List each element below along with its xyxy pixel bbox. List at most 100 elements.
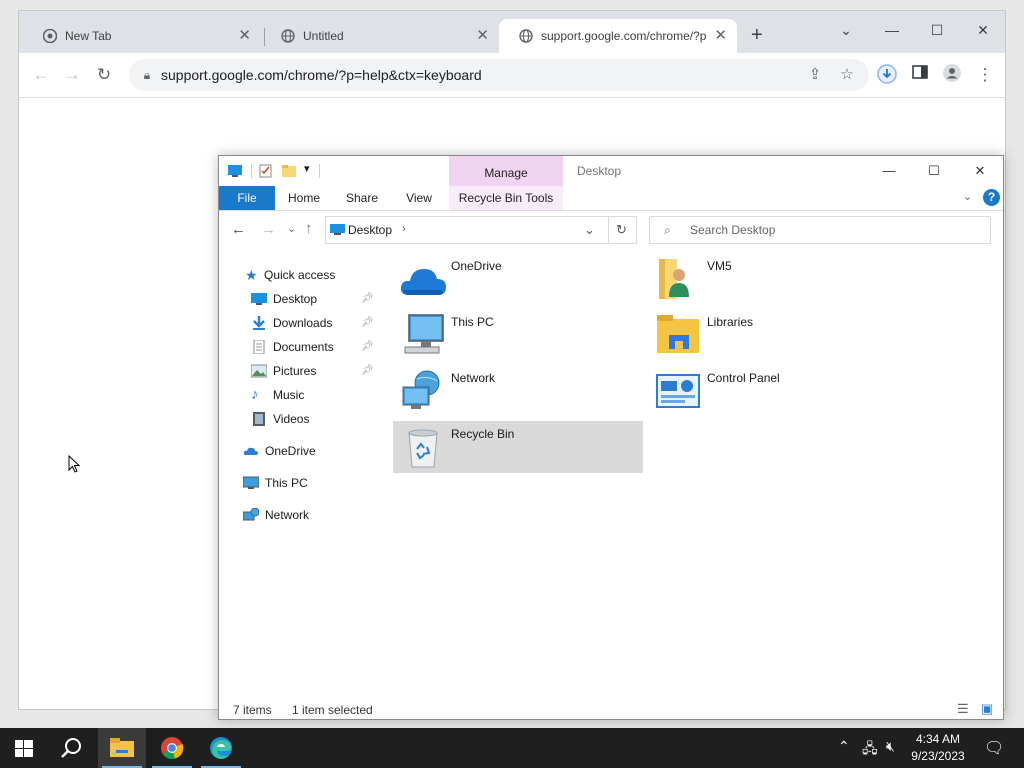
- bookmark-star-icon[interactable]: ☆: [837, 65, 857, 85]
- back-arrow-icon[interactable]: ←: [231, 221, 246, 238]
- item-this-pc[interactable]: This PC: [393, 309, 643, 361]
- item-libraries[interactable]: Libraries: [649, 309, 899, 361]
- tab-recycle-bin-tools[interactable]: Recycle Bin Tools: [449, 186, 563, 210]
- notifications-icon[interactable]: 🗨︎: [984, 738, 1004, 758]
- selection-status: 1 item selected: [292, 703, 373, 717]
- pin-icon: 📌︎: [361, 317, 374, 328]
- ribbon-tab-bar: File Home Share View Recycle Bin Tools ⌄…: [219, 186, 1003, 211]
- tab-search-icon[interactable]: ⌄: [831, 17, 861, 43]
- tab-support-google[interactable]: support.google.com/chrome/?p ✕: [499, 19, 737, 53]
- minimize-button[interactable]: —: [877, 17, 907, 43]
- lock-icon[interactable]: 🔒︎: [137, 65, 157, 85]
- item-vm5[interactable]: VM5: [649, 253, 899, 305]
- customize-qa-icon[interactable]: ▾: [304, 162, 310, 175]
- large-icons-view-icon[interactable]: ▣: [981, 701, 993, 717]
- content-pane: OneDrive VM5 This PC Libraries Network C…: [389, 251, 989, 696]
- desktop-small-icon: [330, 224, 345, 235]
- close-button[interactable]: ✕: [968, 17, 998, 43]
- back-button[interactable]: ←: [29, 63, 53, 87]
- details-view-icon[interactable]: ☰: [957, 701, 969, 717]
- show-hidden-icons-icon[interactable]: ⌃: [838, 738, 850, 755]
- videos-icon: [253, 412, 265, 426]
- new-tab-button[interactable]: +: [751, 23, 763, 47]
- refresh-icon[interactable]: ↻: [616, 222, 627, 238]
- clock-time[interactable]: 4:34 AM: [898, 732, 978, 746]
- forward-arrow-icon[interactable]: →: [261, 221, 276, 238]
- tab-home[interactable]: Home: [281, 186, 327, 210]
- downloads-icon: [253, 316, 265, 330]
- tab-file[interactable]: File: [219, 186, 275, 210]
- share-icon[interactable]: ⇪: [805, 65, 825, 85]
- tab-share[interactable]: Share: [339, 186, 385, 210]
- item-onedrive[interactable]: OneDrive: [393, 253, 643, 305]
- music-icon: ♪: [251, 386, 259, 403]
- explorer-minimize-button[interactable]: —: [869, 158, 909, 184]
- start-button[interactable]: [0, 728, 48, 768]
- item-recycle-bin[interactable]: Recycle Bin: [393, 421, 643, 473]
- help-icon[interactable]: ?: [983, 189, 1000, 206]
- address-bar[interactable]: 🔒︎ support.google.com/chrome/?p=help&ctx…: [129, 59, 869, 91]
- forward-button[interactable]: →: [60, 63, 84, 87]
- globe-icon: [281, 29, 295, 43]
- tab-view[interactable]: View: [397, 186, 441, 210]
- tab-new-tab[interactable]: New Tab ✕: [23, 19, 261, 53]
- star-icon: ★: [245, 267, 258, 283]
- edge-icon: [210, 737, 232, 759]
- download-icon[interactable]: [875, 63, 899, 87]
- documents-icon: [253, 340, 265, 354]
- start-icon: [15, 740, 33, 757]
- globe-icon: [519, 29, 533, 43]
- up-arrow-icon[interactable]: ↑: [305, 220, 313, 237]
- explorer-title-bar: ▾ Manage Desktop — ☐ ✕: [219, 156, 1003, 186]
- taskbar-edge[interactable]: [197, 728, 245, 768]
- properties-icon[interactable]: [259, 164, 273, 178]
- address-dropdown-icon[interactable]: ⌄: [584, 222, 595, 238]
- close-tab-icon[interactable]: ✕: [238, 19, 251, 53]
- search-box[interactable]: ⌕ Search Desktop: [649, 216, 991, 244]
- pin-icon: 📌︎: [361, 365, 374, 376]
- explorer-close-button[interactable]: ✕: [960, 158, 1000, 184]
- expand-ribbon-icon[interactable]: ⌄: [963, 190, 972, 203]
- taskbar-search-button[interactable]: [48, 728, 96, 768]
- network-icon: [402, 370, 440, 409]
- this-pc-icon: [243, 476, 259, 489]
- tab-title: New Tab: [65, 29, 112, 43]
- item-count: 7 items: [233, 703, 272, 717]
- item-network[interactable]: Network: [393, 365, 643, 417]
- tab-strip: New Tab ✕ Untitled ✕ support.google.com/…: [19, 11, 1005, 53]
- profile-avatar-icon[interactable]: [940, 63, 964, 87]
- window-title: Desktop: [577, 164, 622, 178]
- onedrive-icon: [243, 447, 258, 455]
- user-folder-icon: [659, 259, 689, 299]
- explorer-maximize-button[interactable]: ☐: [914, 158, 954, 184]
- address-segment[interactable]: Desktop: [348, 223, 392, 237]
- control-panel-icon: [656, 374, 700, 408]
- taskbar-file-explorer[interactable]: [98, 728, 146, 768]
- new-folder-icon[interactable]: [281, 164, 297, 178]
- pictures-icon: [251, 364, 267, 378]
- desktop-icon: [251, 293, 267, 305]
- close-tab-icon[interactable]: ✕: [714, 19, 727, 53]
- close-tab-icon[interactable]: ✕: [476, 19, 489, 53]
- side-panel-icon[interactable]: [908, 63, 932, 87]
- file-explorer-window: ▾ Manage Desktop — ☐ ✕ File Home Share V…: [218, 155, 1004, 720]
- breadcrumb-chevron-icon[interactable]: ›: [402, 223, 406, 235]
- recycle-bin-icon: [408, 429, 438, 468]
- tab-untitled[interactable]: Untitled ✕: [261, 19, 499, 53]
- volume-muted-icon[interactable]: 🔇︎: [886, 738, 895, 755]
- maximize-button[interactable]: ☐: [922, 17, 952, 43]
- mouse-cursor-icon: [68, 455, 80, 473]
- taskbar-chrome[interactable]: [148, 728, 196, 768]
- network-status-icon[interactable]: 🖧︎: [862, 738, 878, 762]
- address-box[interactable]: Desktop › ⌄ ↻: [325, 216, 637, 244]
- clock-date[interactable]: 9/23/2023: [898, 749, 978, 763]
- libraries-icon: [657, 315, 699, 353]
- reload-button[interactable]: ↻: [92, 63, 116, 87]
- browser-toolbar: ← → ↻ 🔒︎ support.google.com/chrome/?p=he…: [19, 53, 1005, 98]
- item-control-panel[interactable]: Control Panel: [649, 365, 899, 417]
- menu-kebab-icon[interactable]: ⋮: [973, 63, 997, 87]
- pin-icon: 📌︎: [361, 341, 374, 352]
- recent-locations-icon[interactable]: ⌄: [287, 222, 296, 235]
- network-icon: [243, 508, 259, 521]
- status-bar: 7 items 1 item selected ☰ ▣: [219, 698, 1003, 720]
